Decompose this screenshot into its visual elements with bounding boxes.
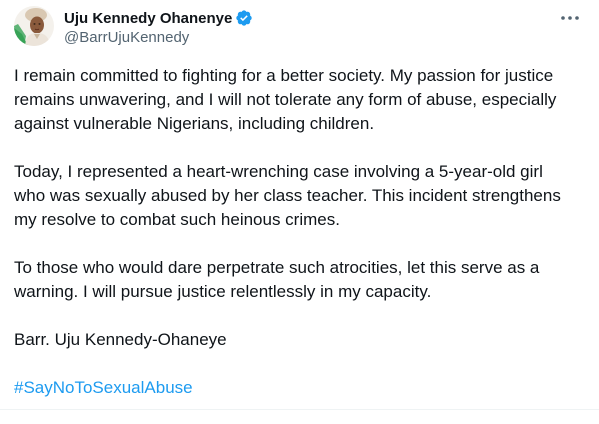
more-horizontal-icon[interactable] — [559, 10, 581, 26]
tweet-paragraph: To those who would dare perpetrate such … — [14, 258, 540, 301]
tweet-body: I remain committed to fighting for a bet… — [14, 64, 586, 424]
display-name[interactable]: Uju Kennedy Ohanenye — [64, 10, 232, 27]
verified-badge-icon[interactable] — [235, 9, 253, 27]
tweet-paragraph: Today, I represented a heart-wrenching c… — [14, 162, 561, 229]
tweet-signature: Barr. Uju Kennedy-Ohaneye — [14, 330, 227, 349]
tweet-hashtag-line: #SayNoToSexualAbuse — [14, 376, 586, 400]
tweet-paragraph: I remain committed to fighting for a bet… — [14, 66, 557, 133]
avatar[interactable] — [14, 6, 54, 46]
author-handle[interactable]: @BarrUjuKennedy — [64, 29, 253, 46]
avatar-image — [14, 6, 54, 46]
display-name-row: Uju Kennedy Ohanenye — [64, 8, 253, 28]
tweet-card: Uju Kennedy Ohanenye @BarrUjuKennedy I r… — [0, 0, 599, 410]
author-names: Uju Kennedy Ohanenye @BarrUjuKennedy — [64, 8, 253, 46]
tweet-header: Uju Kennedy Ohanenye @BarrUjuKennedy — [14, 6, 585, 50]
hashtag-link[interactable]: #SayNoToSexualAbuse — [14, 378, 193, 397]
